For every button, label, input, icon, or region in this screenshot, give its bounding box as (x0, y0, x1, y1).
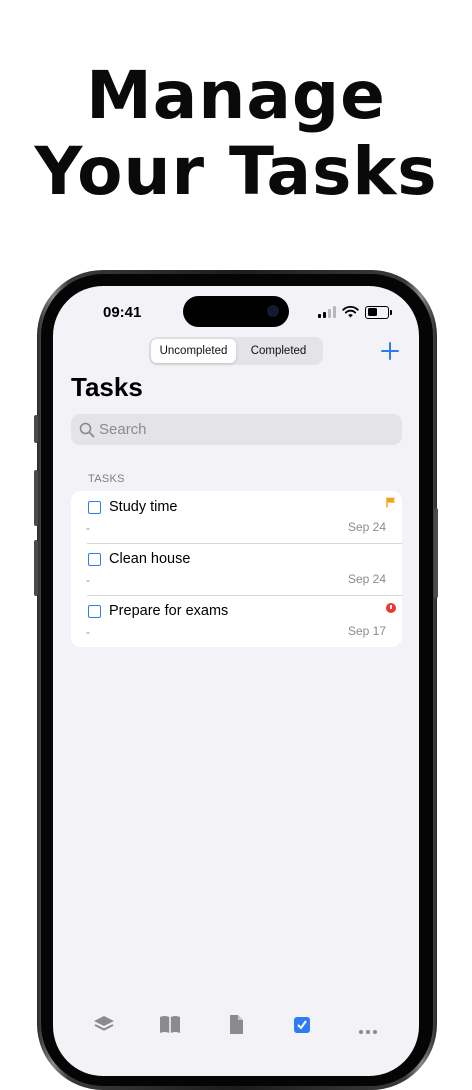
status-icons (318, 304, 392, 320)
completion-segmented-control[interactable]: Uncompleted Completed (149, 337, 323, 365)
marketing-headline: Manage Your Tasks (0, 58, 472, 210)
task-list: Study time - Sep 24 Clean house - Sep 24… (71, 491, 402, 647)
phone-volume-up (34, 470, 38, 526)
app-screen: 09:41 Uncompleted Completed Tasks Search… (53, 286, 419, 1076)
dynamic-island (183, 296, 289, 327)
cellular-signal-icon (318, 306, 336, 318)
task-title: Prepare for exams (109, 603, 229, 619)
plus-icon (381, 342, 399, 360)
task-date: Sep 24 (347, 572, 386, 586)
search-icon (79, 422, 95, 437)
task-note: - (86, 573, 90, 587)
add-task-button[interactable] (379, 340, 401, 362)
section-header: TASKS (88, 473, 125, 485)
phone-volume-down (34, 540, 38, 596)
task-title: Clean house (109, 551, 191, 567)
segment-uncompleted[interactable]: Uncompleted (151, 339, 236, 363)
task-row[interactable]: Study time - Sep 24 (71, 491, 402, 543)
search-placeholder: Search (99, 421, 147, 438)
headline-line-2: Your Tasks (34, 133, 438, 210)
task-checkbox[interactable] (88, 605, 101, 618)
book-icon[interactable] (158, 1012, 182, 1036)
more-icon[interactable] (356, 1012, 380, 1036)
checkbox-icon[interactable] (290, 1012, 314, 1036)
task-row[interactable]: Prepare for exams - Sep 17 (71, 595, 402, 647)
phone-power-button (434, 508, 438, 598)
task-checkbox[interactable] (88, 501, 101, 514)
task-checkbox[interactable] (88, 553, 101, 566)
page-title: Tasks (71, 372, 143, 402)
battery-level (367, 308, 378, 316)
search-bar[interactable]: Search (71, 414, 402, 445)
task-date: Sep 17 (347, 624, 386, 638)
battery-icon (365, 305, 392, 319)
phone-side-button (34, 415, 38, 443)
task-title: Study time (109, 499, 178, 515)
tab-bar (53, 1010, 419, 1076)
status-time: 09:41 (103, 304, 142, 321)
headline-line-1: Manage (86, 57, 386, 134)
alert-icon (386, 603, 396, 613)
task-note: - (86, 521, 90, 535)
wifi-icon (342, 306, 359, 318)
task-row[interactable]: Clean house - Sep 24 (71, 543, 402, 595)
layers-icon[interactable] (92, 1012, 116, 1036)
task-note: - (86, 625, 90, 639)
task-date: Sep 24 (347, 520, 386, 534)
document-icon[interactable] (224, 1012, 248, 1036)
segment-completed[interactable]: Completed (236, 339, 321, 363)
camera-icon (267, 305, 279, 317)
flag-icon (386, 497, 396, 508)
